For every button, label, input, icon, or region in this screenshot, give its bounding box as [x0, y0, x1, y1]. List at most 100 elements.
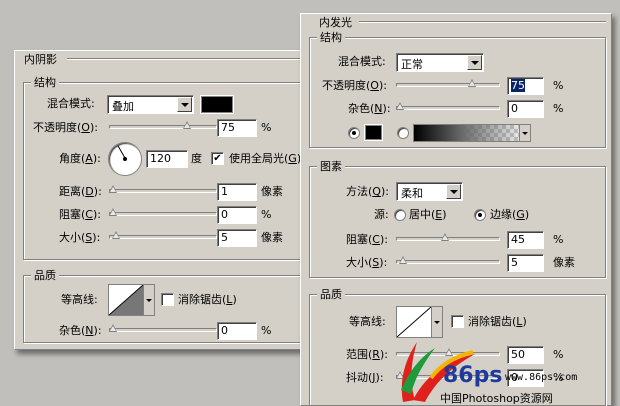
size-label: 大小(S):	[346, 256, 388, 269]
technique-value: 柔和	[401, 187, 423, 200]
noise-unit: %	[553, 102, 564, 115]
size-input[interactable]: 5	[507, 254, 544, 272]
slider-thumb[interactable]	[109, 185, 118, 194]
chevron-down-icon[interactable]	[446, 184, 461, 199]
noise-slider[interactable]	[396, 102, 500, 110]
title-separator	[67, 58, 312, 60]
slider-thumb[interactable]	[468, 79, 477, 88]
opacity-slider[interactable]	[396, 79, 500, 87]
group-title: 品质	[317, 288, 345, 301]
global-light-checkbox[interactable]: ✔	[211, 152, 224, 165]
noise-label: 杂色(N):	[59, 324, 102, 337]
technique-select[interactable]: 柔和	[396, 182, 463, 201]
blend-mode-select[interactable]: 叠加	[107, 95, 194, 114]
distance-slider[interactable]	[109, 185, 217, 193]
panel-title: 内发光	[319, 16, 352, 29]
noise-input[interactable]: 0	[217, 322, 257, 340]
chevron-down-icon[interactable]	[467, 55, 482, 70]
noise-input[interactable]: 0	[507, 100, 544, 118]
opacity-input[interactable]: 75	[217, 119, 257, 137]
contour-preview-icon	[108, 284, 144, 316]
gradient-radio[interactable]	[397, 127, 409, 139]
slider-thumb[interactable]	[396, 102, 405, 111]
structure-group: 结构 混合模式: 叠加 不透明度(O): 75 % 角度(A): 120 度 ✔…	[23, 76, 311, 260]
size-label: 大小(S):	[59, 231, 101, 244]
slider-thumb[interactable]	[441, 233, 450, 242]
gradient-picker[interactable]	[413, 124, 531, 142]
blend-mode-select[interactable]: 正常	[396, 53, 484, 72]
inner-shadow-panel: 内阴影 结构 混合模式: 叠加 不透明度(O): 75 % 角度(A): 120…	[14, 50, 317, 350]
group-title: 结构	[317, 31, 345, 44]
title-separator	[359, 21, 606, 23]
solid-color-radio[interactable]	[348, 127, 360, 139]
opacity-unit: %	[261, 121, 272, 134]
opacity-slider[interactable]	[109, 121, 217, 129]
chevron-down-icon[interactable]	[143, 284, 155, 316]
slider-thumb[interactable]	[109, 324, 118, 333]
antialias-label: 消除锯齿(L)	[178, 293, 237, 306]
dial-center	[123, 157, 127, 161]
group-title: 图素	[317, 160, 345, 173]
structure-group: 结构 混合模式: 正常 不透明度(O): 75 % 杂色(N): 0 %	[309, 31, 606, 148]
center-label: 居中(E)	[409, 208, 447, 221]
choke-label: 阻塞(C):	[59, 208, 101, 221]
choke-input[interactable]: 0	[217, 206, 257, 224]
choke-unit: %	[553, 233, 564, 246]
technique-label: 方法(Q):	[346, 185, 389, 198]
antialias-checkbox[interactable]	[161, 293, 174, 306]
logo-brand: 86ps	[443, 363, 502, 388]
center-radio[interactable]	[394, 209, 406, 221]
opacity-unit: %	[553, 79, 564, 92]
jitter-label: 抖动(J):	[346, 371, 384, 384]
size-unit: 像素	[261, 231, 283, 244]
86ps-logo-icon: 86ps www.86ps.com 中国Photoshop资源网	[401, 342, 577, 405]
size-input[interactable]: 5	[217, 229, 257, 247]
glow-color-swatch[interactable]	[364, 124, 383, 141]
angle-label: 角度(A):	[59, 152, 101, 165]
angle-input[interactable]: 120	[146, 150, 188, 168]
edge-radio[interactable]	[474, 209, 486, 221]
group-title: 结构	[31, 76, 59, 89]
distance-unit: 像素	[261, 185, 283, 198]
opacity-input[interactable]: 75	[507, 77, 544, 95]
blend-mode-value: 叠加	[112, 100, 134, 113]
chevron-down-icon[interactable]	[519, 124, 531, 142]
antialias-label: 消除锯齿(L)	[468, 315, 527, 328]
contour-picker[interactable]	[108, 284, 155, 316]
slider-thumb[interactable]	[109, 208, 118, 217]
choke-slider[interactable]	[109, 208, 217, 216]
source-label: 源:	[374, 208, 389, 221]
antialias-checkbox[interactable]	[451, 315, 464, 328]
contour-label: 等高线:	[61, 293, 98, 306]
elements-group: 图素 方法(Q): 柔和 源: 居中(E) 边缘(G) 阻塞(C): 45 % …	[309, 160, 606, 278]
choke-label: 阻塞(C):	[346, 233, 388, 246]
size-slider[interactable]	[396, 256, 500, 264]
blend-mode-label: 混合模式:	[338, 55, 386, 68]
slider-thumb[interactable]	[183, 121, 192, 130]
choke-unit: %	[261, 208, 272, 221]
distance-input[interactable]: 1	[217, 183, 257, 201]
quality-group: 品质 等高线: 消除锯齿(L) 杂色(N): 0 %	[23, 269, 311, 343]
logo-caption: 中国Photoshop资源网	[440, 391, 553, 405]
watermark-logo: 86ps www.86ps.com 中国Photoshop资源网	[395, 330, 620, 406]
shadow-color-swatch[interactable]	[200, 95, 234, 114]
opacity-value: 75	[511, 79, 525, 92]
panel-title: 内阴影	[24, 53, 57, 66]
edge-label: 边缘(G)	[490, 208, 530, 221]
choke-slider[interactable]	[396, 233, 500, 241]
opacity-label: 不透明度(O):	[322, 79, 387, 92]
chevron-down-icon[interactable]	[177, 97, 192, 112]
slider-thumb[interactable]	[112, 231, 121, 240]
size-slider[interactable]	[109, 231, 217, 239]
size-unit: 像素	[553, 256, 575, 269]
blend-mode-value: 正常	[401, 58, 423, 71]
noise-slider[interactable]	[109, 324, 217, 332]
range-label: 范围(R):	[346, 348, 388, 361]
logo-url: www.86ps.com	[505, 372, 577, 383]
group-title: 品质	[31, 269, 59, 282]
angle-unit: 度	[191, 152, 202, 165]
choke-input[interactable]: 45	[507, 231, 544, 249]
noise-unit: %	[261, 324, 272, 337]
angle-dial[interactable]	[108, 142, 142, 176]
slider-thumb[interactable]	[399, 256, 408, 265]
